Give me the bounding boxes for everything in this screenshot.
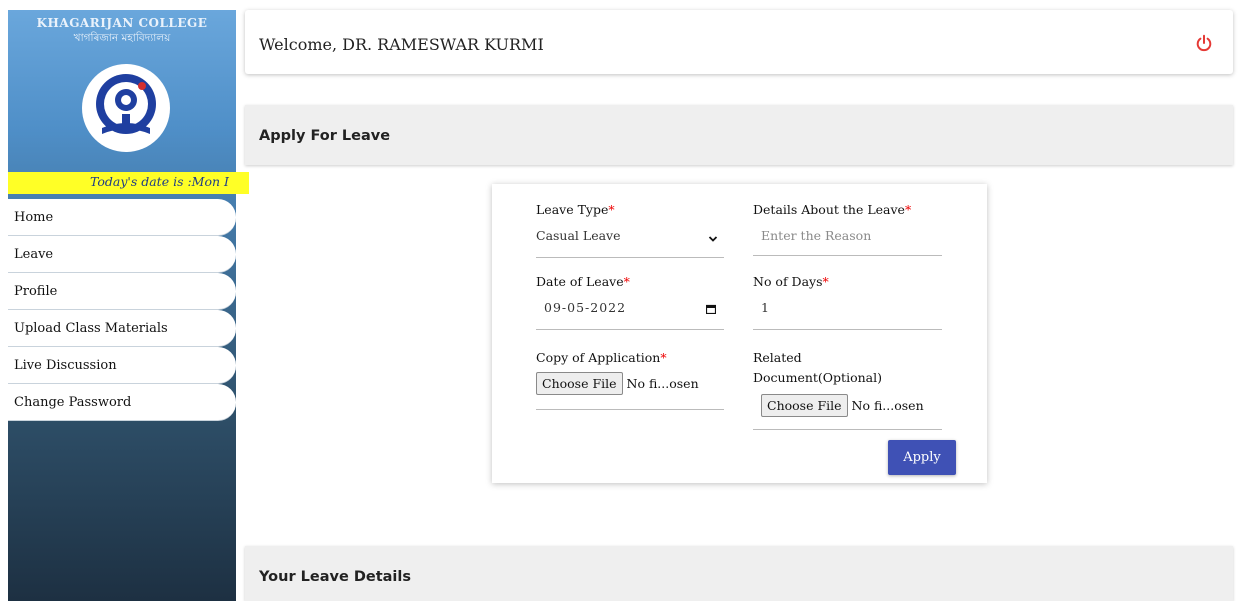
date-text: Today's date is :Mon I bbox=[90, 174, 229, 189]
leave-type-value: Casual Leave bbox=[536, 228, 621, 243]
date-of-leave-input[interactable]: 09-05-2022 bbox=[536, 300, 724, 330]
leave-details-header: Your Leave Details bbox=[245, 546, 1233, 601]
apply-button[interactable]: Apply bbox=[888, 440, 956, 475]
sidebar-item-leave[interactable]: Leave bbox=[8, 236, 236, 273]
sidebar-item-home[interactable]: Home bbox=[8, 199, 236, 236]
apply-leave-title: Apply For Leave bbox=[259, 128, 391, 144]
college-name-local: খাগৰিজান মহাবিদ্যালয় bbox=[73, 32, 171, 44]
no-of-days-label: No of Days* bbox=[753, 274, 829, 289]
related-document-label: Related Document(Optional) bbox=[753, 350, 882, 385]
choose-file-button[interactable]: Choose File bbox=[761, 394, 848, 417]
days-value: 1 bbox=[761, 300, 769, 315]
date-marquee: Today's date is :Mon I bbox=[8, 172, 249, 194]
related-document-file: Choose File No fi...osen bbox=[753, 394, 942, 430]
date-of-leave-label: Date of Leave* bbox=[536, 274, 630, 289]
no-of-days-input[interactable]: 1 bbox=[753, 300, 942, 330]
details-placeholder: Enter the Reason bbox=[761, 228, 872, 243]
leave-type-label: Leave Type* bbox=[536, 202, 615, 217]
sidebar-item-change-password[interactable]: Change Password bbox=[8, 384, 236, 421]
sidebar-menu: Home Leave Profile Upload Class Material… bbox=[8, 199, 236, 421]
welcome-text: Welcome, DR. RAMESWAR KURMI bbox=[259, 35, 544, 54]
power-icon[interactable] bbox=[1195, 34, 1213, 52]
calendar-icon[interactable] bbox=[706, 304, 716, 314]
apply-leave-header: Apply For Leave bbox=[245, 105, 1233, 165]
details-label: Details About the Leave* bbox=[753, 202, 912, 217]
file-status: No fi...osen bbox=[851, 398, 924, 413]
leave-details-title: Your Leave Details bbox=[259, 569, 412, 585]
sidebar-item-live-discussion[interactable]: Live Discussion bbox=[8, 347, 236, 384]
sidebar-item-upload-class-materials[interactable]: Upload Class Materials bbox=[8, 310, 236, 347]
file-status: No fi...osen bbox=[626, 376, 699, 391]
college-logo-icon bbox=[82, 64, 170, 152]
choose-file-button[interactable]: Choose File bbox=[536, 372, 623, 395]
leave-form-card: Leave Type* Casual Leave Details About t… bbox=[492, 184, 987, 483]
copy-of-application-label: Copy of Application* bbox=[536, 350, 667, 365]
date-value: 09-05-2022 bbox=[544, 300, 627, 315]
leave-type-select[interactable]: Casual Leave bbox=[536, 228, 724, 258]
details-input[interactable]: Enter the Reason bbox=[753, 228, 942, 256]
chevron-down-icon bbox=[708, 236, 718, 242]
college-name: KHAGARIJAN COLLEGE bbox=[36, 16, 208, 30]
copy-of-application-file: Choose File No fi...osen bbox=[536, 372, 724, 410]
top-bar: Welcome, DR. RAMESWAR KURMI bbox=[245, 10, 1233, 74]
sidebar-item-profile[interactable]: Profile bbox=[8, 273, 236, 310]
